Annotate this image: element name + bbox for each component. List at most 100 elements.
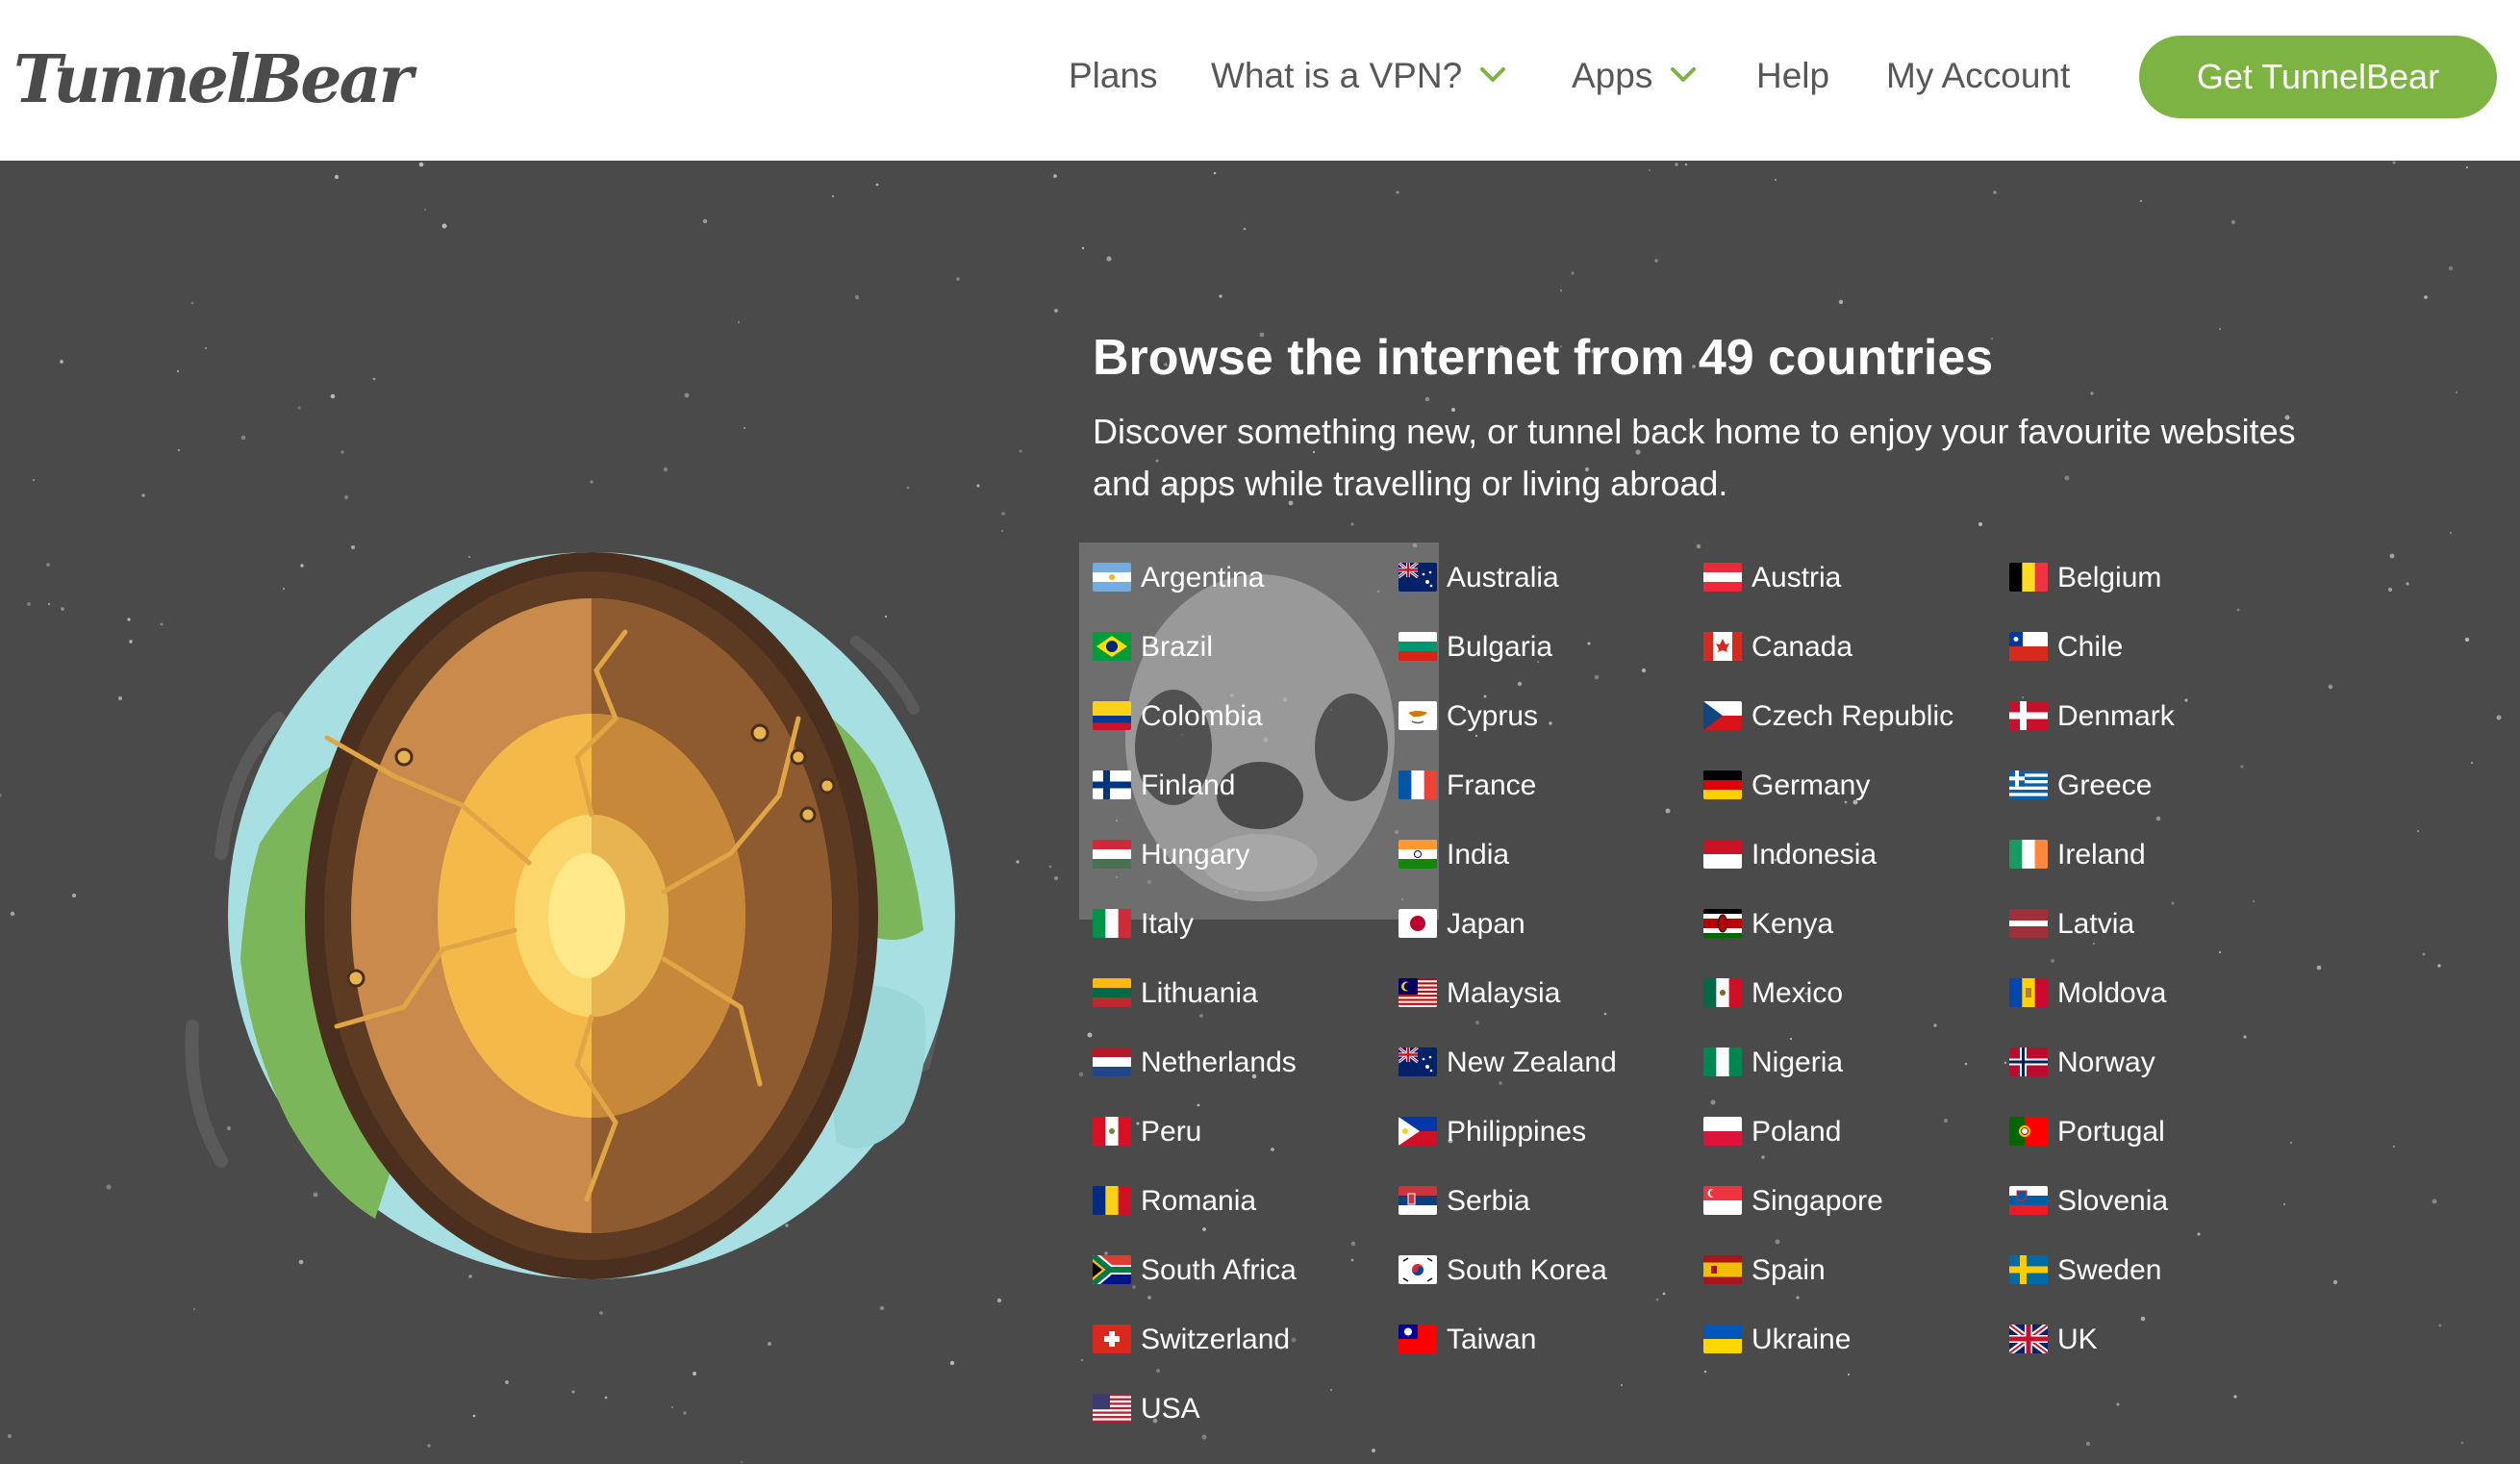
peru-flag-icon <box>1093 1117 1131 1146</box>
country-name: Bulgaria <box>1447 631 1553 663</box>
country-name: Poland <box>1751 1116 1842 1148</box>
country-item-switzerland[interactable]: Switzerland <box>1093 1319 1381 1361</box>
country-item-czech-republic[interactable]: Czech Republic <box>1703 695 1992 738</box>
country-name: Italy <box>1141 908 1195 940</box>
australia-flag-icon <box>1399 563 1437 592</box>
country-name: Moldova <box>2057 977 2167 1009</box>
chile-flag-icon <box>2009 632 2048 661</box>
nav-what-is-vpn-label: What is a VPN? <box>1211 56 1463 95</box>
country-item-sweden[interactable]: Sweden <box>2009 1249 2298 1292</box>
country-item-poland[interactable]: Poland <box>1703 1111 1992 1153</box>
country-name: Denmark <box>2057 700 2175 732</box>
country-item-usa[interactable]: USA <box>1093 1388 1381 1430</box>
country-item-south-africa[interactable]: South Africa <box>1093 1249 1381 1292</box>
country-item-taiwan[interactable]: Taiwan <box>1399 1319 1687 1361</box>
country-item-japan[interactable]: Japan <box>1399 903 1687 946</box>
nav-help[interactable]: Help <box>1756 52 1829 100</box>
country-name: Japan <box>1447 908 1525 940</box>
country-name: Belgium <box>2057 562 2162 593</box>
country-name: Australia <box>1447 562 1559 593</box>
country-item-france[interactable]: France <box>1399 765 1687 807</box>
country-item-netherlands[interactable]: Netherlands <box>1093 1042 1381 1084</box>
country-item-romania[interactable]: Romania <box>1093 1180 1381 1223</box>
chevron-down-icon <box>1670 48 1697 96</box>
country-item-kenya[interactable]: Kenya <box>1703 903 1992 946</box>
nav-plans[interactable]: Plans <box>1069 52 1158 100</box>
country-name: Portugal <box>2057 1116 2165 1148</box>
country-item-colombia[interactable]: Colombia <box>1093 695 1381 738</box>
portugal-flag-icon <box>2009 1117 2048 1146</box>
kenya-flag-icon <box>1703 909 1742 938</box>
country-name: Indonesia <box>1751 839 1877 871</box>
country-item-malaysia[interactable]: Malaysia <box>1399 972 1687 1015</box>
serbia-flag-icon <box>1399 1186 1437 1215</box>
country-item-cyprus[interactable]: Cyprus <box>1399 695 1687 738</box>
country-item-norway[interactable]: Norway <box>2009 1042 2298 1084</box>
taiwan-flag-icon <box>1399 1325 1437 1353</box>
country-name: UK <box>2057 1324 2098 1355</box>
country-item-australia[interactable]: Australia <box>1399 557 1687 599</box>
country-item-brazil[interactable]: Brazil <box>1093 626 1381 669</box>
country-name: Switzerland <box>1141 1324 1291 1355</box>
ukraine-flag-icon <box>1703 1325 1742 1353</box>
nav-apps-label: Apps <box>1572 56 1653 95</box>
country-item-denmark[interactable]: Denmark <box>2009 695 2298 738</box>
malaysia-flag-icon <box>1399 978 1437 1007</box>
country-item-chile[interactable]: Chile <box>2009 626 2298 669</box>
country-item-spain[interactable]: Spain <box>1703 1249 1992 1292</box>
country-item-ukraine[interactable]: Ukraine <box>1703 1319 1992 1361</box>
countries-section: Browse the internet from 49 countries Di… <box>0 161 2520 1464</box>
country-item-greece[interactable]: Greece <box>2009 765 2298 807</box>
country-item-lithuania[interactable]: Lithuania <box>1093 972 1381 1015</box>
country-item-uk[interactable]: UK <box>2009 1319 2298 1361</box>
section-headline: Browse the internet from 49 countries <box>1093 330 1994 386</box>
country-item-bulgaria[interactable]: Bulgaria <box>1399 626 1687 669</box>
section-subtext: Discover something new, or tunnel back h… <box>1093 412 2296 503</box>
nav-apps[interactable]: Apps <box>1572 52 1697 100</box>
country-item-slovenia[interactable]: Slovenia <box>2009 1180 2298 1223</box>
romania-flag-icon <box>1093 1186 1131 1215</box>
switzerland-flag-icon <box>1093 1325 1131 1353</box>
uk-flag-icon <box>2009 1325 2048 1353</box>
get-tunnelbear-button[interactable]: Get TunnelBear <box>2139 36 2497 118</box>
country-item-new-zealand[interactable]: New Zealand <box>1399 1042 1687 1084</box>
country-item-philippines[interactable]: Philippines <box>1399 1111 1687 1153</box>
country-item-italy[interactable]: Italy <box>1093 903 1381 946</box>
country-name: Cyprus <box>1447 700 1539 732</box>
country-item-ireland[interactable]: Ireland <box>2009 834 2298 876</box>
country-name: Brazil <box>1141 631 1214 663</box>
country-item-latvia[interactable]: Latvia <box>2009 903 2298 946</box>
finland-flag-icon <box>1093 770 1131 799</box>
country-name: Colombia <box>1141 700 1263 732</box>
canada-flag-icon <box>1703 632 1742 661</box>
country-item-canada[interactable]: Canada <box>1703 626 1992 669</box>
country-item-portugal[interactable]: Portugal <box>2009 1111 2298 1153</box>
country-name: Ukraine <box>1751 1324 1852 1355</box>
indonesia-flag-icon <box>1703 840 1742 869</box>
country-item-india[interactable]: India <box>1399 834 1687 876</box>
bulgaria-flag-icon <box>1399 632 1437 661</box>
country-item-hungary[interactable]: Hungary <box>1093 834 1381 876</box>
nav-what-is-vpn[interactable]: What is a VPN? <box>1211 52 1506 100</box>
country-item-serbia[interactable]: Serbia <box>1399 1180 1687 1223</box>
country-item-moldova[interactable]: Moldova <box>2009 972 2298 1015</box>
country-item-south-korea[interactable]: South Korea <box>1399 1249 1687 1292</box>
country-item-austria[interactable]: Austria <box>1703 557 1992 599</box>
country-item-germany[interactable]: Germany <box>1703 765 1992 807</box>
country-item-mexico[interactable]: Mexico <box>1703 972 1992 1015</box>
country-name: USA <box>1141 1393 1200 1425</box>
country-item-belgium[interactable]: Belgium <box>2009 557 2298 599</box>
country-item-peru[interactable]: Peru <box>1093 1111 1381 1153</box>
south-korea-flag-icon <box>1399 1255 1437 1284</box>
country-item-argentina[interactable]: Argentina <box>1093 557 1381 599</box>
country-item-indonesia[interactable]: Indonesia <box>1703 834 1992 876</box>
country-name: Malaysia <box>1447 977 1561 1009</box>
cyprus-flag-icon <box>1399 701 1437 730</box>
usa-flag-icon <box>1093 1394 1131 1423</box>
country-item-singapore[interactable]: Singapore <box>1703 1180 1992 1223</box>
country-item-nigeria[interactable]: Nigeria <box>1703 1042 1992 1084</box>
country-name: Serbia <box>1447 1185 1530 1217</box>
country-name: Mexico <box>1751 977 1844 1009</box>
country-item-finland[interactable]: Finland <box>1093 765 1381 807</box>
nav-my-account[interactable]: My Account <box>1886 52 2070 100</box>
